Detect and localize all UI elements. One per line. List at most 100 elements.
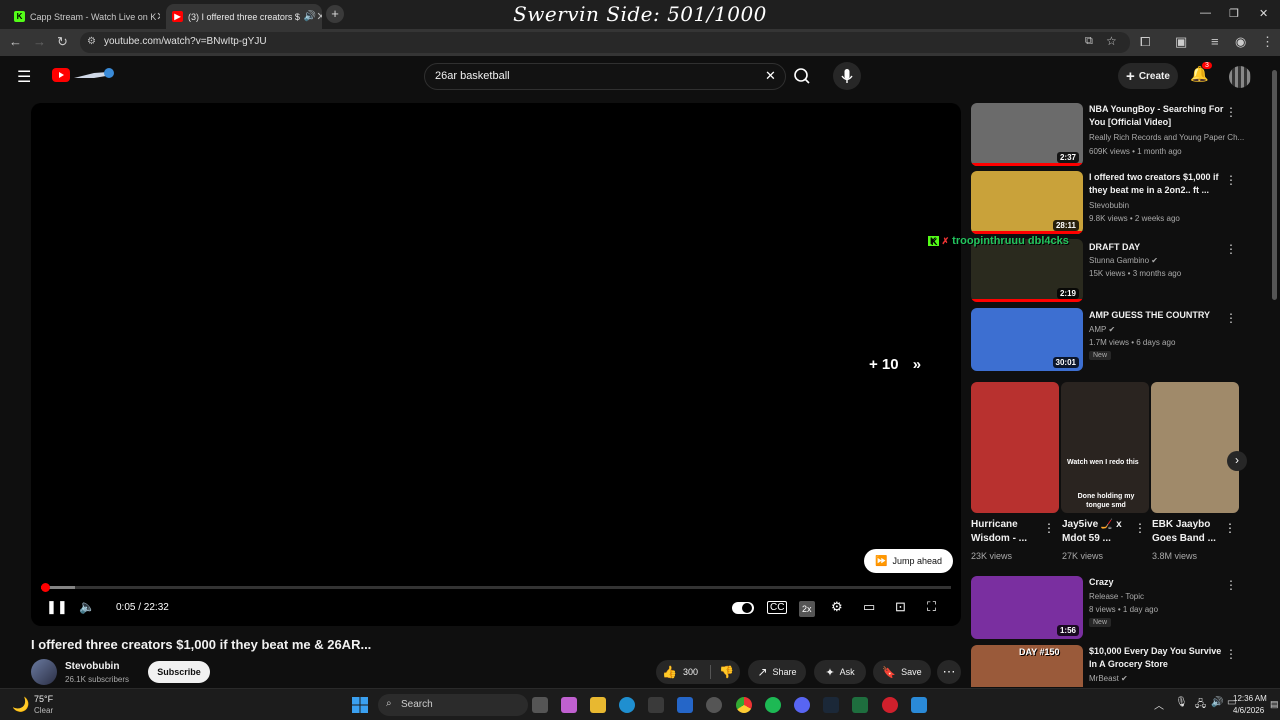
account-avatar[interactable] [1229,66,1251,88]
channel-name[interactable]: Stevobubin [65,661,119,672]
channel-avatar[interactable] [31,659,57,685]
spotify-icon[interactable] [765,697,781,713]
edge-icon[interactable] [619,697,635,713]
share-button[interactable]: ↗ Share [748,660,806,684]
close-icon[interactable]: ✕ [156,10,160,23]
window-close-icon[interactable]: ✕ [1259,7,1268,20]
store-icon[interactable] [648,697,664,713]
speaker-icon[interactable]: 🔊 [304,11,316,22]
app-icon[interactable] [706,697,722,713]
voice-search-button[interactable] [833,62,861,90]
extensions-icon[interactable]: ⧠ [1140,35,1150,49]
clock-date[interactable]: 4/6/2026 [1233,706,1264,715]
recommendation-item[interactable]: 30:01 AMP GUESS THE COUNTRY AMP ✔ 1.7M v… [971,308,1241,372]
microphone-tray-icon[interactable]: 🎙 [1175,697,1188,708]
short-title[interactable]: EBK Jaaybo Goes Band ... [1152,518,1222,546]
rec-title[interactable]: NBA YoungBoy - Searching For You [Offici… [1089,103,1224,129]
settings-icon[interactable]: ⚙ [831,600,843,614]
more-options-icon[interactable]: ⋮ [1225,105,1237,119]
chevron-up-icon[interactable]: ︿ [1154,697,1164,712]
rec-channel[interactable]: Stunna Gambino ✔ [1089,256,1158,265]
recommendation-item[interactable]: DAY #150 $10,000 Every Day You Survive I… [971,645,1241,687]
dislike-icon[interactable]: 👎 [710,665,734,679]
video-thumbnail[interactable]: 2:19 [971,239,1083,302]
miniplayer-icon[interactable]: ▭ [863,600,875,614]
weather-temp[interactable]: 75°F [34,694,53,704]
video-thumbnail[interactable]: 2:37 [971,103,1083,166]
fullscreen-icon[interactable]: ⛶ [927,600,936,614]
more-actions-icon[interactable]: ⋯ [937,660,961,684]
forward-icon[interactable]: → [33,35,46,49]
opera-icon[interactable] [882,697,898,713]
page-scrollbar[interactable] [1271,60,1278,685]
video-thumbnail[interactable]: DAY #150 [971,645,1083,687]
youtube-logo[interactable] [52,68,70,82]
chrome-icon[interactable] [736,697,752,713]
rec-channel[interactable]: MrBeast ✔ [1089,674,1128,683]
recommendation-item[interactable]: 2:19 DRAFT DAY Stunna Gambino ✔ 15K view… [971,239,1241,303]
video-player[interactable]: + 10 » ⏩ Jump ahead ❚❚ 🔈 0:05 / 22:32 CC… [31,103,961,626]
close-icon[interactable]: ✕ [316,10,322,23]
search-box[interactable]: ✕ [424,63,786,90]
save-button[interactable]: 🔖 Save [873,660,931,684]
pause-icon[interactable]: ❚❚ [46,600,68,614]
network-icon[interactable]: 🖧 [1195,697,1206,714]
rec-channel[interactable]: Release - Topic [1089,592,1144,601]
progress-scrubber[interactable] [40,583,50,592]
tab-kick-stream[interactable]: K Capp Stream - Watch Live on K ✕ [8,4,160,29]
rec-channel[interactable]: AMP ✔ [1089,325,1115,334]
video-thumbnail[interactable]: 30:01 [971,308,1083,371]
reload-icon[interactable]: ↻ [57,35,68,49]
photos-icon[interactable] [911,697,927,713]
shorts-next-button[interactable]: › [1227,451,1247,471]
scrollbar-thumb[interactable] [1272,70,1277,300]
windows-start-icon[interactable] [352,697,368,713]
short-title[interactable]: Hurricane Wisdom - ... [971,518,1041,546]
new-tab-button[interactable]: + [326,5,344,23]
short-thumbnail[interactable] [971,382,1059,513]
cast-icon[interactable]: ⊡ [895,600,906,614]
tab-youtube-video[interactable]: ▶ (3) I offered three creators $ 🔊 ✕ [166,4,322,29]
rec-channel[interactable]: Stevobubin [1089,201,1129,210]
steam-icon[interactable] [823,697,839,713]
more-options-icon[interactable]: ⋮ [1225,242,1237,256]
mail-icon[interactable] [677,697,693,713]
recommendation-item[interactable]: 28:11 I offered two creators $1,000 if t… [971,171,1241,235]
more-options-icon[interactable]: ⋮ [1134,521,1146,535]
hamburger-menu-icon[interactable]: ☰ [17,67,31,87]
install-icon[interactable]: ⧉ [1085,35,1093,48]
weather-icon[interactable]: 🌙 [12,696,29,713]
create-button[interactable]: + Create [1118,63,1178,89]
notification-center-icon[interactable]: ▤ [1270,699,1279,710]
clock-time[interactable]: 12:36 AM [1233,694,1267,703]
sidepanel-icon[interactable]: ▣ [1175,35,1187,49]
rec-channel[interactable]: Really Rich Records and Young Paper Ch..… [1089,133,1244,142]
url-text[interactable]: youtube.com/watch?v=BNwItp-gYJU [104,36,267,47]
more-options-icon[interactable]: ⋮ [1225,173,1237,187]
rec-title[interactable]: I offered two creators $1,000 if they be… [1089,171,1224,197]
subscribe-button[interactable]: Subscribe [148,661,210,683]
notifications-button[interactable]: 🔔 3 [1190,62,1212,84]
clear-search-icon[interactable]: ✕ [765,68,776,84]
short-title[interactable]: Jay5ive 🏒 x Mdot 59 ... [1062,518,1132,546]
bookmark-star-icon[interactable]: ☆ [1106,34,1117,48]
speed-badge[interactable]: 2x [799,601,815,617]
more-options-icon[interactable]: ⋮ [1225,578,1237,592]
rec-title[interactable]: DRAFT DAY [1089,241,1224,254]
video-thumbnail[interactable]: 28:11 [971,171,1083,234]
search-button[interactable] [788,63,816,90]
short-thumbnail[interactable] [1151,382,1239,513]
rec-title[interactable]: AMP GUESS THE COUNTRY [1089,309,1224,322]
site-info-icon[interactable]: ⚙ [87,36,96,47]
more-options-icon[interactable]: ⋮ [1225,311,1237,325]
jump-ahead-button[interactable]: ⏩ Jump ahead [864,549,953,573]
short-thumbnail[interactable]: Watch wen I redo this Done holding my to… [1061,382,1149,513]
recommendation-item[interactable]: 1:56 Crazy Release - Topic 8 views • 1 d… [971,576,1241,640]
video-thumbnail[interactable]: 1:56 [971,576,1083,639]
rec-title[interactable]: Crazy [1089,576,1224,589]
maximize-icon[interactable]: ❐ [1229,7,1239,20]
more-options-icon[interactable]: ⋮ [1224,521,1236,535]
media-icon[interactable]: ≡ [1211,35,1219,49]
captions-icon[interactable]: CC [767,601,788,614]
more-options-icon[interactable]: ⋮ [1043,521,1055,535]
